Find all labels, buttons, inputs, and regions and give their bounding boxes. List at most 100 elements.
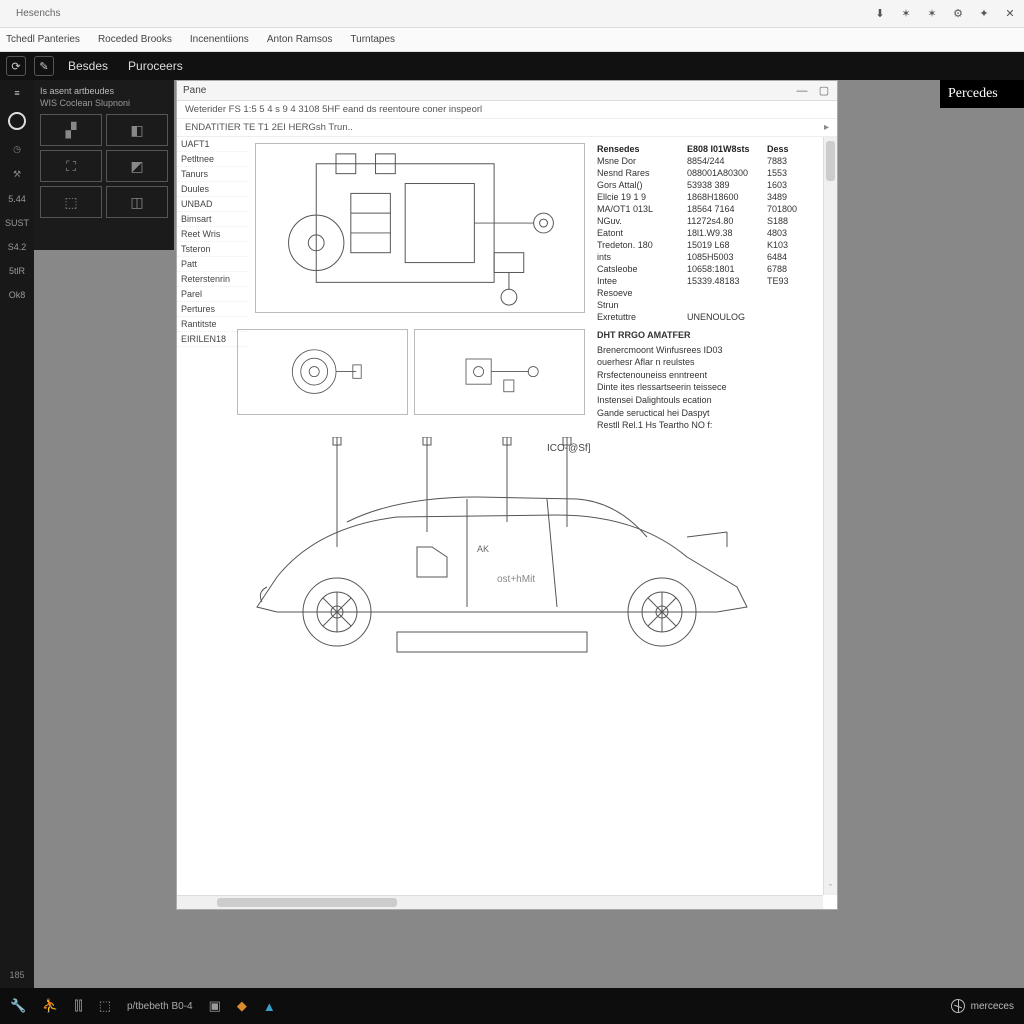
table-row: MA/OT1 013L18564 7164701800 [597,203,813,215]
table-cell: 15339.48183 [687,276,767,286]
doc-nav-item[interactable]: Bimsart [177,212,247,227]
taskbar-label: p/tbebeth B0-4 [127,1001,193,1012]
doc-nav-item[interactable]: Tanurs [177,167,247,182]
panel-box-icon[interactable]: ◩ [106,150,168,182]
table-row: Strun [597,299,813,311]
browser-tab[interactable]: Hesenchs [8,4,68,23]
component-diagram [237,329,408,415]
panel-box-icon[interactable]: ◧ [106,114,168,146]
table-cell: Intee [597,276,687,286]
vertical-scrollbar[interactable]: ˇ [823,137,837,895]
table-cell: 18564 7164 [687,204,767,214]
table-cell [767,288,813,298]
doc-nav-item[interactable]: Duules [177,182,247,197]
table-cell: 1868H18600 [687,192,767,202]
rail-label[interactable]: Ok8 [9,290,26,300]
doc-nav-item[interactable]: Patt [177,257,247,272]
browser-top-icons: ⬇ ✶ ✶ ⚙ ✦ ✕ [874,8,1016,20]
table-row: Intee15339.48183TE93 [597,275,813,287]
svg-text:ost+hMit: ost+hMit [497,574,535,585]
svg-text:AK: AK [477,544,489,554]
table-cell [687,300,767,310]
doc-nav-item[interactable]: Reterstenrin [177,272,247,287]
scrollbar-thumb[interactable] [217,898,397,907]
app-icon[interactable]: ▲ [263,999,276,1014]
data-table: Rensedes E808 I01W8sts Dess Msne Dor8854… [597,143,813,323]
app-tab[interactable]: Besdes [62,59,114,73]
menu-item[interactable]: Turntapes [350,34,395,45]
chevron-right-icon[interactable]: ▸ [824,122,829,133]
document-content: UAFT1 Petltnee Tanurs Duules UNBAD Bimsa… [177,137,823,895]
taskbar: 🔧 ⛹ ⫿⫿ ⬚ p/tbebeth B0-4 ▣ ◆ ▲ merceces [0,988,1024,1024]
maximize-button[interactable]: ▢ [817,84,831,97]
minimize-button[interactable]: — [795,85,809,97]
doc-nav-item[interactable]: Tsteron [177,242,247,257]
table-cell: Ellcie 19 1 9 [597,192,687,202]
rail-label[interactable]: 5tlR [9,266,25,276]
menu-item[interactable]: Incenentiions [190,34,249,45]
doc-nav-item[interactable]: UNBAD [177,197,247,212]
wrench-icon[interactable]: 🔧 [10,998,26,1014]
rail-circle-icon[interactable] [8,112,26,130]
table-cell: 10658:1801 [687,264,767,274]
menu-icon[interactable]: ≡ [14,88,19,98]
table-row: Gors Attal()53938 3891603 [597,179,813,191]
notes-line: Rrsfectenouneiss enntreent [597,369,813,382]
tool-icon[interactable]: ⚒ [13,169,21,180]
menu-item[interactable]: Anton Ramsos [267,34,333,45]
panel-box-icon[interactable]: ▞ [40,114,102,146]
chart-icon[interactable]: ⫿⫿ [74,998,82,1014]
rail-label[interactable]: SUST [5,218,29,228]
menu-item[interactable]: Tchedl Panteries [6,34,80,45]
menu-item[interactable]: Roceded Brooks [98,34,172,45]
close-icon[interactable]: ✕ [1004,8,1016,20]
table-cell: S188 [767,216,813,226]
table-header-cell: Rensedes [597,144,687,154]
app-icon[interactable]: ◆ [237,998,247,1014]
star-icon[interactable]: ✶ [926,8,938,20]
side-panel-subtitle: WIS Coclean Slupnoni [40,98,168,108]
table-cell: 18l1.W9.38 [687,228,767,238]
scrollbar-thumb[interactable] [826,141,835,181]
table-cell: 701800 [767,204,813,214]
notes-line: Instensei Dalightouls ecation [597,394,813,407]
rail-label[interactable]: 5.44 [8,194,26,204]
table-cell: Msne Dor [597,156,687,166]
doc-nav-item[interactable]: Petltnee [177,152,247,167]
notes-block: DHT RRGO AMATFER Brenercmoont Winfusrees… [597,329,813,432]
person-icon[interactable]: ⛹ [42,998,58,1014]
table-row: Msne Dor8854/2447883 [597,155,813,167]
download-icon[interactable]: ⬇ [874,8,886,20]
table-cell: Resoeve [597,288,687,298]
table-header: Rensedes E808 I01W8sts Dess [597,143,813,155]
table-row: Tredeton. 18015019 L68K103 [597,239,813,251]
table-cell: 7883 [767,156,813,166]
doc-nav-item[interactable]: Pertures [177,302,247,317]
table-cell: Catsleobe [597,264,687,274]
rail-label[interactable]: S4.2 [8,242,27,252]
panel-box-icon[interactable]: ◫ [106,186,168,218]
doc-nav-item[interactable]: UAFT1 [177,137,247,152]
clock-icon[interactable]: ◷ [13,144,21,155]
component-diagram [414,329,585,415]
doc-nav-item[interactable]: Reet Wris [177,227,247,242]
doc-nav-item[interactable]: Parel [177,287,247,302]
star-icon[interactable]: ✶ [900,8,912,20]
table-cell: MA/OT1 013L [597,204,687,214]
panel-box-icon[interactable]: ⬚ [40,186,102,218]
edit-icon[interactable]: ✎ [34,56,54,76]
star-icon[interactable]: ✦ [978,8,990,20]
document-sub1: Weterider FS 1:5 5 4 s 9 4 3108 5HF eand… [185,104,482,115]
horizontal-scrollbar[interactable] [177,895,823,909]
panel-box-icon[interactable]: ⛶ [40,150,102,182]
scroll-down-arrow[interactable]: ˇ [824,883,837,893]
table-header-cell: Dess [767,144,813,154]
cube-icon[interactable]: ⬚ [99,998,111,1014]
gear-icon[interactable]: ⚙ [952,8,964,20]
table-cell: Nesnd Rares [597,168,687,178]
app-icon[interactable]: ▣ [209,998,221,1014]
app-tab[interactable]: Puroceers [122,59,189,73]
mercedes-logo-icon [951,999,965,1013]
left-rail: ≡ ◷ ⚒ 5.44 SUST S4.2 5tlR Ok8 185 [0,80,34,988]
refresh-icon[interactable]: ⟳ [6,56,26,76]
